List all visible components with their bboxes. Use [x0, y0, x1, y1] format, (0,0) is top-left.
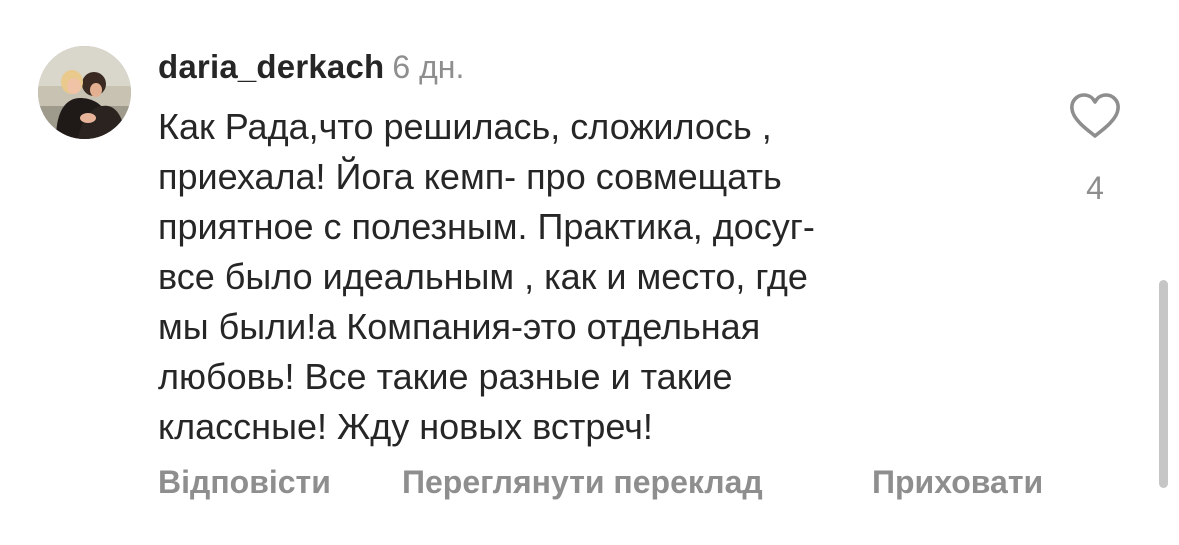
reply-button[interactable]: Відповісти [158, 460, 331, 504]
comment-text-line: любовь! Все такие разные и такие [158, 356, 733, 397]
comment-text-line: приятное с полезным. Практика, досуг- [158, 206, 815, 247]
hide-button[interactable]: Приховати [872, 460, 1043, 504]
like-button[interactable] [1068, 92, 1122, 140]
avatar-image [38, 46, 131, 139]
comment-text-line: приехала! Йога кемп- про совмещать [158, 156, 782, 197]
comment-text-line: классные! Жду новых встреч! [158, 406, 653, 447]
comment-text-line: все было идеальным , как и место, где [158, 256, 808, 297]
heart-outline-icon [1070, 93, 1120, 138]
scrollbar[interactable] [1159, 280, 1168, 488]
see-translation-button[interactable]: Переглянути переклад [402, 460, 763, 504]
comment-text: Как Рада,что решилась, сложилось , приех… [158, 102, 1018, 452]
avatar[interactable] [38, 46, 131, 139]
username-link[interactable]: daria_derkach [158, 48, 384, 85]
like-count: 4 [1086, 170, 1104, 206]
comment-header: daria_derkach 6 дн. [158, 47, 464, 94]
comment-text-line: Как Рада,что решилась, сложилось , [158, 106, 772, 147]
comment-item: daria_derkach 6 дн. Как Рада,что решилась… [0, 0, 1179, 545]
comment-time: 6 дн. [392, 49, 465, 85]
comment-text-line: мы были!а Компания-это отдельная [158, 306, 761, 347]
